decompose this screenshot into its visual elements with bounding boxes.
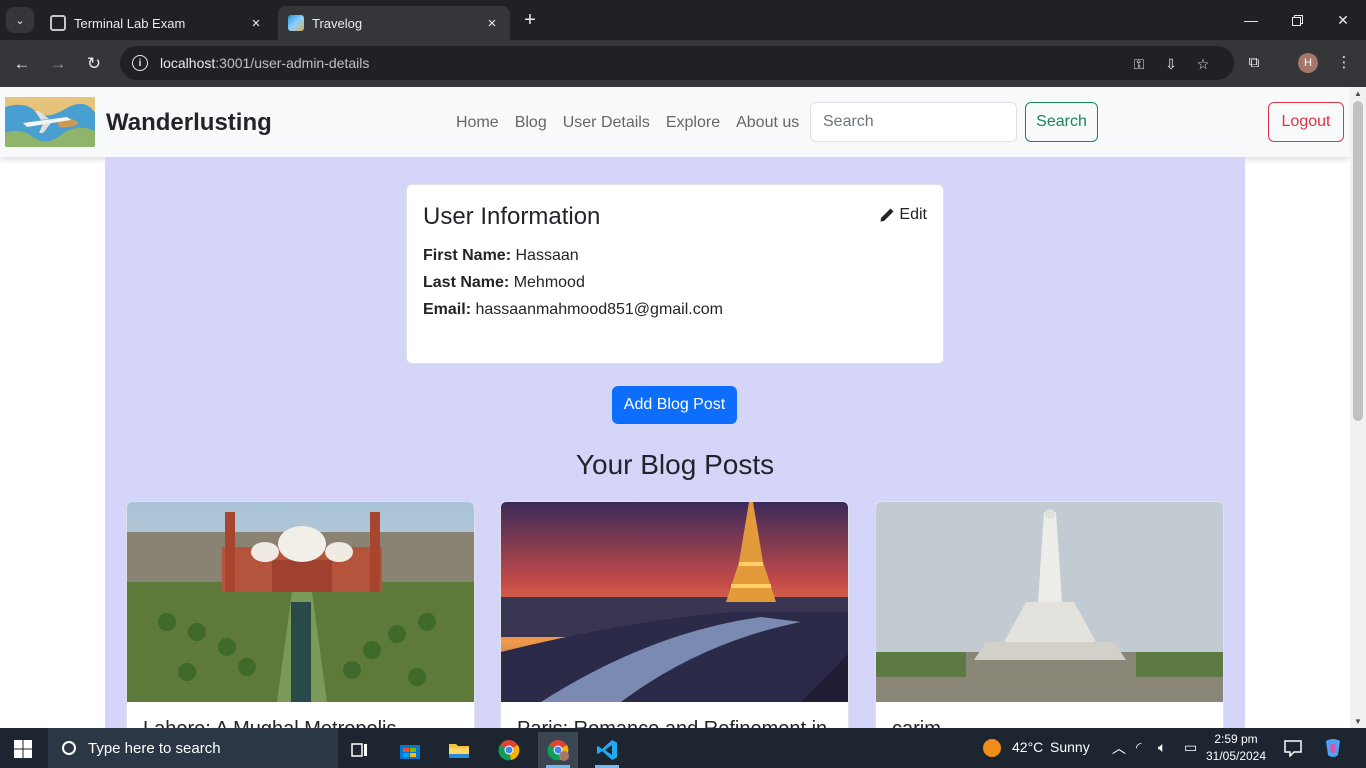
browser-menu-icon[interactable]: ⋮ (1334, 52, 1354, 72)
volume-icon[interactable]: 🔈︎ (1158, 739, 1166, 756)
browser-toolbar: ← → ↻ i localhost:3001/user-admin-detail… (0, 40, 1366, 87)
brand-name[interactable]: Wanderlusting (106, 109, 272, 137)
blog-post-card[interactable]: Paris: Romance and Refinement in (500, 501, 849, 728)
page-viewport: Wanderlusting Home Blog User Details Exp… (0, 87, 1350, 728)
install-app-icon[interactable]: ⇩ (1162, 55, 1180, 73)
new-tab-plus-icon[interactable]: + (518, 9, 542, 31)
extensions-puzzle-icon[interactable]: ⧉ (1244, 52, 1264, 72)
pencil-icon (880, 208, 894, 222)
vscode-icon[interactable] (587, 732, 627, 768)
taskbar-search-placeholder: Type here to search (88, 739, 221, 757)
post-title[interactable]: Lahore: A Mughal Metropolis (143, 718, 397, 728)
taskbar-search-box[interactable]: Type here to search (48, 728, 338, 768)
search-input[interactable] (810, 102, 1017, 142)
nav-link-user-details[interactable]: User Details (563, 112, 650, 134)
url-host: localhost (160, 55, 216, 71)
system-clock[interactable]: 2:59 pm 31/05/2024 (1204, 731, 1268, 765)
user-information-card: User Information Edit First Name: Hassaa… (406, 184, 944, 364)
email-value: hassaanmahmood851@gmail.com (475, 301, 723, 318)
tab-title: Travelog (312, 15, 363, 31)
nav-link-about-us[interactable]: About us (736, 112, 799, 134)
post-title[interactable]: carim (892, 718, 941, 728)
search-button[interactable]: Search (1025, 102, 1098, 142)
nav-link-explore[interactable]: Explore (666, 112, 720, 134)
clock-time: 2:59 pm (1214, 732, 1258, 746)
profile-avatar[interactable]: H (1298, 53, 1318, 73)
site-info-icon[interactable]: i (132, 55, 148, 71)
edit-label: Edit (899, 206, 927, 223)
edit-button[interactable]: Edit (879, 206, 927, 224)
site-nav-links: Home Blog User Details Explore About us (456, 112, 799, 134)
blog-post-card[interactable]: Lahore: A Mughal Metropolis (126, 501, 475, 728)
logout-button[interactable]: Logout (1268, 102, 1344, 142)
weather-description[interactable]: Sunny (1050, 739, 1090, 755)
email-label: Email: (423, 301, 472, 318)
window-close-icon[interactable]: ✕ (1320, 0, 1366, 40)
tab-close-icon[interactable]: × (484, 15, 500, 32)
site-navbar: Wanderlusting Home Blog User Details Exp… (0, 87, 1350, 157)
first-name-row: First Name: Hassaan (423, 247, 579, 265)
windows-start-icon[interactable] (14, 740, 32, 758)
back-arrow-icon[interactable]: ← (10, 52, 34, 76)
tab-search-chevron-icon[interactable]: ⌄ (6, 7, 34, 33)
tab-favicon-icon (288, 15, 304, 31)
weather-sun-icon[interactable] (982, 738, 1002, 758)
chrome-icon[interactable] (489, 732, 529, 768)
last-name-value: Mehmood (513, 274, 585, 291)
browser-tab-travelog[interactable]: Travelog × (278, 6, 510, 40)
browser-tabstrip: ⌄ Terminal Lab Exam × Travelog × + — ✕ (0, 0, 1366, 40)
scroll-down-arrow-icon[interactable]: ▼ (1350, 717, 1366, 726)
tab-favicon-icon (50, 15, 66, 31)
notifications-icon[interactable] (1284, 739, 1302, 757)
tab-title: Terminal Lab Exam (74, 15, 186, 31)
tray-chevron-up-icon[interactable]: ︿ (1112, 738, 1126, 758)
post-image-lahore (127, 502, 474, 702)
url-path: :3001/user-admin-details (215, 55, 370, 71)
first-name-value: Hassaan (515, 247, 579, 264)
first-name-label: First Name: (423, 247, 512, 264)
scroll-up-arrow-icon[interactable]: ▲ (1350, 89, 1366, 98)
scroll-thumb[interactable] (1353, 101, 1363, 421)
post-image-minar (876, 502, 1223, 702)
email-row: Email: hassaanmahmood851@gmail.com (423, 301, 723, 319)
brand-logo[interactable] (5, 97, 95, 147)
restore-icon[interactable] (1274, 0, 1320, 40)
bookmark-star-icon[interactable]: ☆ (1194, 55, 1212, 73)
last-name-row: Last Name: Mehmood (423, 274, 585, 292)
password-key-icon[interactable]: ⚿ (1130, 55, 1148, 73)
card-title: User Information (423, 203, 601, 230)
weather-temperature[interactable]: 42°C (1012, 739, 1043, 755)
browser-tab-terminal-lab-exam[interactable]: Terminal Lab Exam × (40, 6, 274, 40)
nav-link-home[interactable]: Home (456, 112, 499, 134)
reload-icon[interactable]: ↻ (82, 52, 106, 76)
clock-date: 31/05/2024 (1205, 749, 1267, 763)
address-url: localhost:3001/user-admin-details (160, 55, 369, 71)
network-icon[interactable]: ◜ (1136, 739, 1141, 756)
tab-close-icon[interactable]: × (248, 15, 264, 32)
last-name-label: Last Name: (423, 274, 510, 291)
post-title[interactable]: Paris: Romance and Refinement in (517, 718, 827, 728)
address-bar[interactable]: i localhost:3001/user-admin-details ⚿ ⇩ … (120, 46, 1234, 80)
windows-taskbar: Type here to search 42°C Sunny ︿ ◜ 🔈︎ ▭ … (0, 728, 1366, 768)
post-image-paris (501, 502, 848, 702)
task-view-icon[interactable] (340, 732, 380, 768)
microsoft-store-icon[interactable] (390, 732, 430, 768)
page-scrollbar[interactable]: ▲ ▼ (1350, 87, 1366, 728)
add-blog-post-button[interactable]: Add Blog Post (612, 386, 737, 424)
file-explorer-icon[interactable] (439, 732, 479, 768)
main-content: User Information Edit First Name: Hassaa… (105, 157, 1245, 728)
posts-heading: Your Blog Posts (575, 449, 775, 480)
search-icon (62, 741, 76, 755)
battery-icon[interactable]: ▭ (1184, 739, 1197, 756)
minimize-icon[interactable]: — (1228, 0, 1274, 40)
chrome-profile-icon[interactable] (538, 732, 578, 768)
copilot-icon[interactable] (1322, 737, 1344, 759)
forward-arrow-icon[interactable]: → (46, 52, 70, 76)
nav-link-blog[interactable]: Blog (515, 112, 547, 134)
blog-post-card[interactable]: carim (875, 501, 1224, 728)
